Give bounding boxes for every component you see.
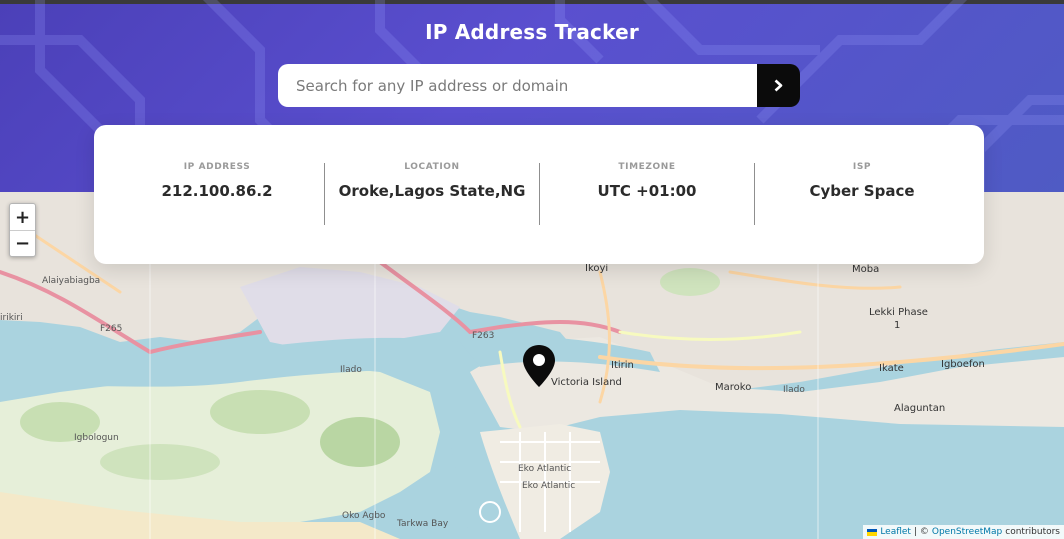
location-pin-icon[interactable] <box>521 344 557 388</box>
leaflet-link[interactable]: Leaflet <box>880 527 911 537</box>
zoom-in-button[interactable]: + <box>10 204 35 230</box>
map-label-f263: F263 <box>472 331 495 341</box>
stat-location: LOCATION Oroke,Lagos State,NG <box>325 162 539 201</box>
map-label-lekki-phase: Lekki Phase <box>869 307 928 318</box>
chevron-right-icon <box>774 79 783 92</box>
map-label-oko-agbo: Oko Agbo <box>342 511 386 521</box>
map-label-victoria-island: Victoria Island <box>551 377 622 388</box>
search-submit-button[interactable] <box>757 64 800 107</box>
map-label-ilado: Ilado <box>340 365 362 375</box>
map-label-eko-atlantic: Eko Atlantic <box>518 464 572 474</box>
map-label-alaiyabiagba: Alaiyabiagba <box>42 276 101 286</box>
attribution-separator: | © <box>913 527 929 537</box>
map-label-irikiri: irikiri <box>0 313 23 323</box>
stat-label: TIMEZONE <box>618 162 676 172</box>
map-label-alaguntan: Alaguntan <box>894 403 946 414</box>
openstreetmap-link[interactable]: OpenStreetMap <box>932 527 1002 537</box>
stat-ip-address: IP ADDRESS 212.100.86.2 <box>110 162 324 201</box>
zoom-control: + − <box>9 203 36 257</box>
map-label-f265: F265 <box>100 324 123 334</box>
stat-value: Cyber Space <box>809 182 915 200</box>
page-title: IP Address Tracker <box>425 20 639 44</box>
map-label-ikate: Ikate <box>879 363 904 374</box>
map-attribution: Leaflet | © OpenStreetMap contributors <box>863 525 1064 539</box>
map-label-tarkwa-bay: Tarkwa Bay <box>397 519 449 529</box>
stat-label: IP ADDRESS <box>183 162 251 172</box>
map-label-ilado-east: Ilado <box>783 385 805 395</box>
ip-info-card: IP ADDRESS 212.100.86.2 LOCATION Oroke,L… <box>94 125 984 264</box>
stat-label: LOCATION <box>404 162 460 172</box>
stat-isp: ISP Cyber Space <box>755 162 969 201</box>
stat-value: UTC +01:00 <box>597 182 697 200</box>
stat-value: Oroke,Lagos State,NG <box>338 182 526 200</box>
stat-value: 212.100.86.2 <box>161 182 273 200</box>
map-label-eko-atlantic-2: Eko Atlantic <box>522 481 576 491</box>
search-input[interactable] <box>278 64 757 107</box>
map-label-ikoyi: Ikoyi <box>585 263 609 274</box>
stat-label: ISP <box>852 162 872 172</box>
stat-timezone: TIMEZONE UTC +01:00 <box>540 162 754 201</box>
ukraine-flag-icon <box>867 528 878 536</box>
map-label-lekki-phase-number: 1 <box>894 320 901 331</box>
map-label-maroko: Maroko <box>715 382 752 393</box>
map-label-itirin: Itirin <box>611 360 634 371</box>
zoom-out-button[interactable]: − <box>10 230 35 256</box>
map-label-igboefon: Igboefon <box>941 359 985 370</box>
map-label-igbologun: Igbologun <box>74 433 119 443</box>
search-bar <box>278 64 800 107</box>
map-label-moba: Moba <box>852 264 880 275</box>
attribution-suffix: contributors <box>1005 527 1060 537</box>
